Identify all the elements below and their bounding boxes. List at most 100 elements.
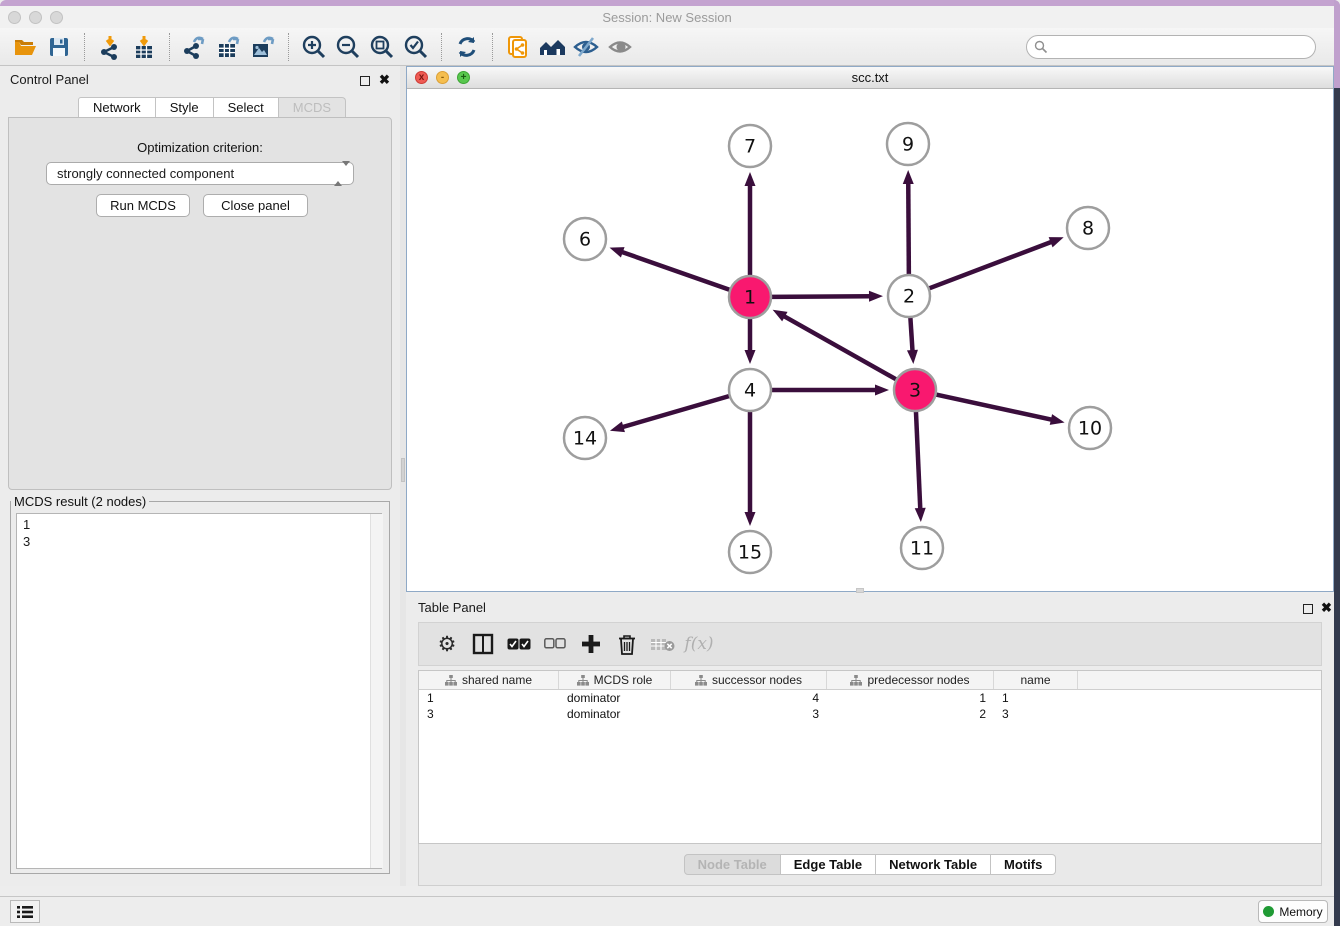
task-history-button[interactable]	[10, 900, 40, 923]
table-cell[interactable]: 3	[994, 706, 1078, 722]
table-cell[interactable]: 1	[827, 690, 994, 706]
close-panel-button[interactable]: Close panel	[203, 194, 308, 217]
edge-2-8[interactable]	[929, 241, 1053, 288]
edge-1-6[interactable]	[621, 252, 730, 290]
table-cell[interactable]: dominator	[559, 706, 671, 722]
column-header-predecessor-nodes[interactable]: predecessor nodes	[827, 671, 994, 689]
tab-style[interactable]: Style	[156, 97, 214, 118]
delete-column-button[interactable]	[609, 626, 645, 662]
column-header-filler	[1078, 671, 1321, 689]
show-all-button[interactable]	[603, 32, 637, 62]
edge-2-9[interactable]	[908, 182, 909, 275]
node-label-6: 6	[579, 229, 591, 251]
table-row[interactable]: 3dominator323	[419, 706, 1321, 722]
table-cell[interactable]: 1	[419, 690, 559, 706]
tab-motifs[interactable]: Motifs	[991, 854, 1056, 875]
search-input[interactable]	[1048, 37, 1298, 57]
function-builder-button[interactable]: f(x)	[681, 626, 717, 662]
toolbar-separator	[441, 33, 442, 61]
column-header-name[interactable]: name	[994, 671, 1078, 689]
tab-node-table[interactable]: Node Table	[684, 854, 781, 875]
column-header-successor-nodes[interactable]: successor nodes	[671, 671, 827, 689]
tab-edge-table[interactable]: Edge Table	[781, 854, 876, 875]
add-column-button[interactable]	[573, 626, 609, 662]
gear-icon: ⚙	[438, 632, 457, 657]
edge-2-3[interactable]	[910, 317, 912, 352]
tab-network-table[interactable]: Network Table	[876, 854, 991, 875]
arrowhead-icon	[875, 385, 889, 396]
list-icon	[17, 905, 33, 919]
export-network-button[interactable]	[178, 32, 212, 62]
arrowhead-icon	[903, 170, 914, 184]
network-canvas[interactable]: 7968124314101511	[407, 89, 1333, 591]
show-columns-button[interactable]	[465, 626, 501, 662]
import-table-button[interactable]	[127, 32, 161, 62]
edge-3-11[interactable]	[916, 411, 920, 510]
open-session-button[interactable]	[8, 32, 42, 62]
export-table-button[interactable]	[212, 32, 246, 62]
clone-network-button[interactable]	[501, 32, 535, 62]
columns-icon	[472, 633, 494, 655]
table-options-button[interactable]: ⚙	[429, 626, 465, 662]
table-cell[interactable]: 3	[419, 706, 559, 722]
deselect-all-button[interactable]	[537, 626, 573, 662]
table-cell[interactable]: 1	[994, 690, 1078, 706]
edge-3-10[interactable]	[936, 394, 1053, 419]
float-panel-icon[interactable]	[360, 76, 370, 86]
criterion-dropdown[interactable]: strongly connected component	[46, 162, 354, 185]
column-header-mcds-role[interactable]: MCDS role	[559, 671, 671, 689]
arrowhead-icon	[869, 291, 883, 302]
table-cell[interactable]: 2	[827, 706, 994, 722]
show-all-icon	[606, 34, 634, 60]
edge-4-14[interactable]	[621, 396, 729, 428]
hierarchy-icon	[695, 675, 707, 686]
zoom-fit-button[interactable]	[365, 32, 399, 62]
tab-select[interactable]: Select	[214, 97, 279, 118]
run-mcds-button[interactable]: Run MCDS	[96, 194, 190, 217]
hide-selected-button[interactable]	[569, 32, 603, 62]
memory-button[interactable]: Memory	[1258, 900, 1328, 923]
float-table-panel-icon[interactable]	[1303, 604, 1313, 614]
mcds-result-textarea[interactable]: 1 3	[16, 513, 382, 869]
import-network-button[interactable]	[93, 32, 127, 62]
first-neighbors-button[interactable]	[535, 32, 569, 62]
zoom-in-button[interactable]	[297, 32, 331, 62]
toolbar-separator	[492, 33, 493, 61]
refresh-button[interactable]	[450, 32, 484, 62]
tab-mcds[interactable]: MCDS	[279, 97, 346, 118]
save-icon	[47, 35, 71, 59]
search-box[interactable]	[1026, 35, 1316, 59]
arrowhead-icon	[915, 508, 926, 522]
toolbar-separator	[84, 33, 85, 61]
horizontal-splitter-grip[interactable]	[856, 588, 864, 593]
save-session-button[interactable]	[42, 32, 76, 62]
hide-selected-icon	[572, 34, 600, 60]
zoom-in-icon	[301, 34, 327, 60]
zoom-out-button[interactable]	[331, 32, 365, 62]
optimization-criterion-label: Optimization criterion:	[9, 140, 391, 155]
select-all-button[interactable]	[501, 626, 537, 662]
close-panel-icon[interactable]: ✖	[379, 72, 390, 88]
hierarchy-icon	[577, 675, 589, 686]
export-image-button[interactable]	[246, 32, 280, 62]
deselect-all-icon	[544, 638, 566, 650]
chevron-updown-icon	[334, 166, 344, 182]
delete-table-button[interactable]	[645, 626, 681, 662]
close-table-panel-icon[interactable]: ✖	[1321, 600, 1332, 616]
table-row[interactable]: 1dominator411	[419, 690, 1321, 706]
edge-3-1[interactable]	[783, 316, 897, 380]
desktop-edge	[1334, 88, 1340, 926]
node-label-4: 4	[744, 380, 756, 402]
table-cell[interactable]: dominator	[559, 690, 671, 706]
table-toolbar: ⚙	[418, 622, 1322, 666]
column-header-shared-name[interactable]: shared name	[419, 671, 559, 689]
table-cell[interactable]: 3	[671, 706, 827, 722]
session-title: Session: New Session	[0, 10, 1334, 25]
criterion-dropdown-value: strongly connected component	[57, 166, 234, 181]
table-cell[interactable]: 4	[671, 690, 827, 706]
zoom-selected-button[interactable]	[399, 32, 433, 62]
edge-1-2[interactable]	[771, 296, 871, 297]
mcds-result-scrollbar[interactable]	[370, 514, 383, 868]
tab-network[interactable]: Network	[78, 97, 156, 118]
vertical-splitter-grip[interactable]	[401, 458, 405, 482]
